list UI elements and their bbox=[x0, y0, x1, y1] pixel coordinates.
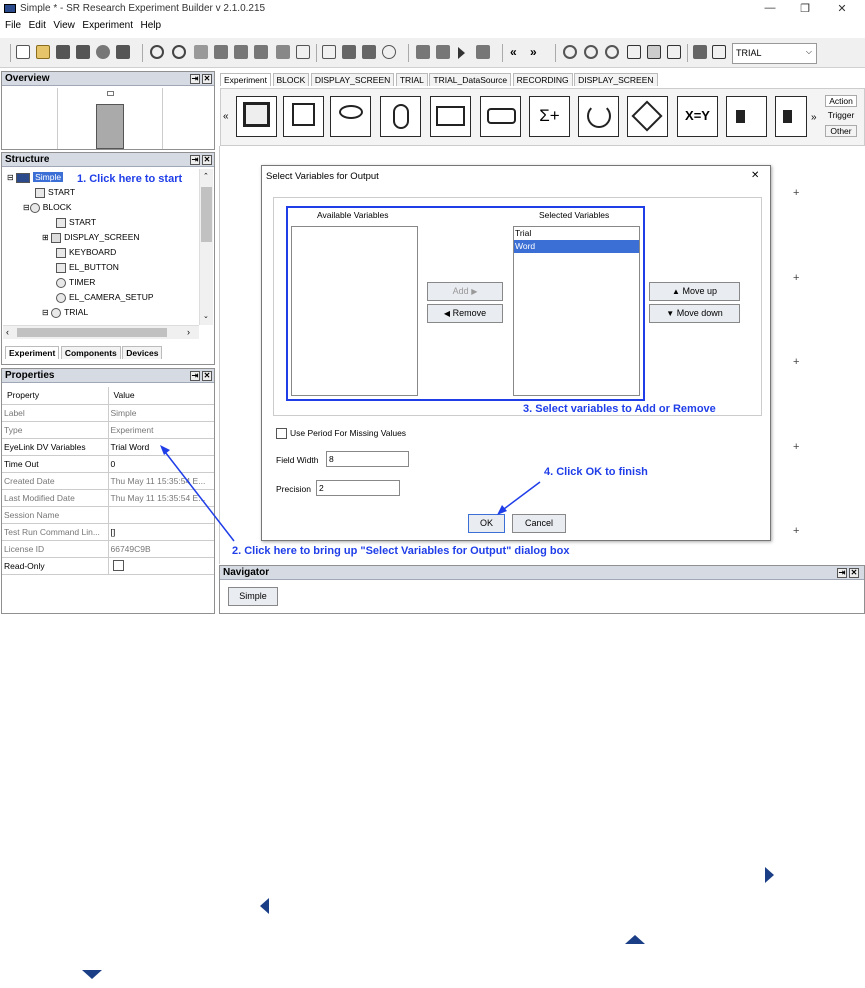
arrow-up-icon bbox=[625, 935, 645, 944]
arrow-down-icon bbox=[82, 970, 102, 979]
arrow-left-icon bbox=[260, 898, 269, 914]
arrow-head bbox=[160, 445, 170, 455]
arrow-head bbox=[497, 505, 507, 515]
arrow-line bbox=[161, 447, 235, 542]
annotation-arrows bbox=[160, 445, 541, 542]
arrow-right-icon bbox=[765, 867, 774, 883]
arrow-line bbox=[499, 481, 541, 513]
